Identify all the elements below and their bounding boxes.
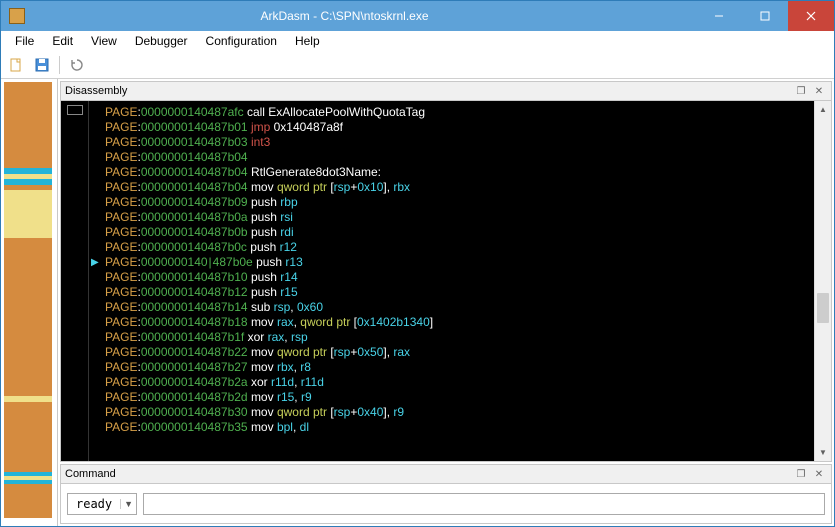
disassembly-panel: ▶ PAGE:0000000140487afc call ExAllocateP… — [60, 101, 832, 462]
toolbar-divider — [59, 56, 60, 74]
scroll-up-icon[interactable]: ▲ — [815, 101, 831, 118]
menu-view[interactable]: View — [83, 32, 125, 50]
save-button[interactable] — [31, 54, 53, 76]
map-segment[interactable] — [4, 402, 52, 472]
code-line[interactable]: PAGE:0000000140487b0a push rsi — [105, 210, 814, 225]
new-button[interactable] — [5, 54, 27, 76]
code-line[interactable]: PAGE:0000000140487b14 sub rsp, 0x60 — [105, 300, 814, 315]
code-view[interactable]: PAGE:0000000140487afc call ExAllocatePoo… — [105, 101, 814, 461]
memory-map-bar[interactable] — [1, 79, 58, 526]
scroll-thumb[interactable] — [817, 293, 829, 323]
map-segment[interactable] — [4, 190, 52, 238]
command-state-combo[interactable]: ready ▼ — [67, 493, 137, 515]
code-line[interactable]: PAGE:0000000140487b2a xor r11d, r11d — [105, 375, 814, 390]
gutter[interactable]: ▶ — [89, 101, 105, 461]
map-segment[interactable] — [4, 484, 52, 518]
code-line[interactable]: PAGE:0000000140487b0c push r12 — [105, 240, 814, 255]
dock-float-icon[interactable]: ❐ — [793, 467, 809, 481]
toolbar — [1, 51, 834, 79]
map-segment[interactable] — [4, 82, 52, 168]
menubar: File Edit View Debugger Configuration He… — [1, 31, 834, 51]
dock-close-icon[interactable]: ✕ — [811, 467, 827, 481]
maximize-button[interactable] — [742, 1, 788, 31]
command-panel: Command ❐ ✕ ready ▼ — [60, 464, 832, 524]
code-line[interactable]: PAGE:0000000140487b22 mov qword ptr [rsp… — [105, 345, 814, 360]
command-input[interactable] — [143, 493, 825, 515]
code-line[interactable]: PAGE:0000000140487b2d mov r15, r9 — [105, 390, 814, 405]
code-line[interactable]: PAGE:0000000140487afc call ExAllocatePoo… — [105, 105, 814, 120]
menu-file[interactable]: File — [7, 32, 42, 50]
code-line[interactable]: PAGE:0000000140487b04 RtlGenerate8dot3Na… — [105, 165, 814, 180]
code-line[interactable]: PAGE:0000000140 | 487b0e push r13 — [105, 255, 814, 270]
code-line[interactable]: PAGE:0000000140487b18 mov rax, qword ptr… — [105, 315, 814, 330]
code-line[interactable]: PAGE:0000000140487b35 mov bpl, dl — [105, 420, 814, 435]
code-line[interactable]: PAGE:0000000140487b30 mov qword ptr [rsp… — [105, 405, 814, 420]
code-line[interactable]: PAGE:0000000140487b1f xor rax, rsp — [105, 330, 814, 345]
vertical-scrollbar[interactable]: ▲ ▼ — [814, 101, 831, 461]
code-line[interactable]: PAGE:0000000140487b27 mov rbx, r8 — [105, 360, 814, 375]
code-line[interactable]: PAGE:0000000140487b0b push rdi — [105, 225, 814, 240]
command-state-label: ready — [68, 497, 120, 511]
command-header[interactable]: Command ❐ ✕ — [60, 464, 832, 484]
app-icon — [9, 8, 25, 24]
dock-float-icon[interactable]: ❐ — [793, 84, 809, 98]
menu-configuration[interactable]: Configuration — [198, 32, 285, 50]
window-title: ArkDasm - C:\SPN\ntoskrnl.exe — [33, 9, 696, 23]
code-line[interactable]: PAGE:0000000140487b04 — [105, 150, 814, 165]
instruction-pointer-icon: ▶ — [91, 257, 99, 268]
command-title: Command — [65, 468, 791, 480]
close-button[interactable] — [788, 1, 834, 31]
disassembly-header[interactable]: Disassembly ❐ ✕ — [60, 81, 832, 101]
menu-help[interactable]: Help — [287, 32, 328, 50]
code-line[interactable]: PAGE:0000000140487b01 jmp 0x140487a8f — [105, 120, 814, 135]
dock-close-icon[interactable]: ✕ — [811, 84, 827, 98]
code-line[interactable]: PAGE:0000000140487b04 mov qword ptr [rsp… — [105, 180, 814, 195]
titlebar[interactable]: ArkDasm - C:\SPN\ntoskrnl.exe — [1, 1, 834, 31]
menu-edit[interactable]: Edit — [44, 32, 81, 50]
scroll-down-icon[interactable]: ▼ — [815, 444, 831, 461]
chevron-down-icon[interactable]: ▼ — [120, 499, 136, 509]
code-line[interactable]: PAGE:0000000140487b10 push r14 — [105, 270, 814, 285]
minimize-button[interactable] — [696, 1, 742, 31]
code-line[interactable]: PAGE:0000000140487b03 int3 — [105, 135, 814, 150]
menu-debugger[interactable]: Debugger — [127, 32, 196, 50]
code-line[interactable]: PAGE:0000000140487b12 push r15 — [105, 285, 814, 300]
code-line[interactable]: PAGE:0000000140487b09 push rbp — [105, 195, 814, 210]
map-segment[interactable] — [4, 238, 52, 396]
disassembly-title: Disassembly — [65, 85, 791, 97]
overview-ruler[interactable] — [61, 101, 89, 461]
refresh-button[interactable] — [66, 54, 88, 76]
